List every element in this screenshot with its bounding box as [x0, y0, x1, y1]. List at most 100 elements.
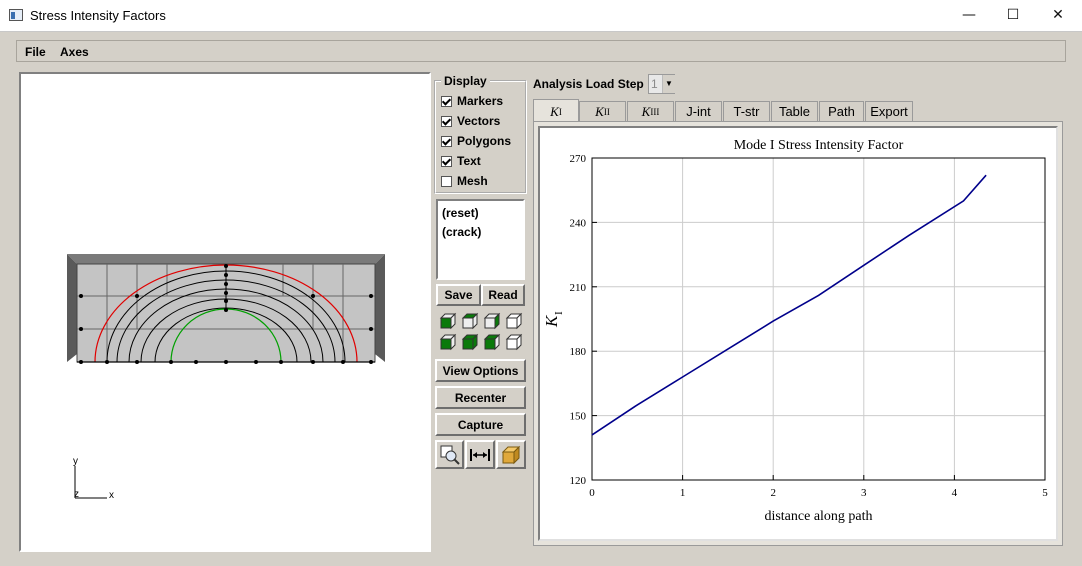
- checkbox-box[interactable]: [441, 175, 452, 187]
- checkbox-box[interactable]: [441, 115, 452, 127]
- tab-jint[interactable]: J-int: [675, 101, 722, 121]
- window-title: Stress Intensity Factors: [30, 8, 166, 23]
- tab-label: Path: [828, 104, 855, 119]
- save-button[interactable]: Save: [436, 284, 481, 306]
- read-button[interactable]: Read: [481, 284, 525, 306]
- menu-file[interactable]: File: [25, 45, 46, 59]
- tab-label-subscript: I: [558, 106, 562, 117]
- shaded-cube-button[interactable]: [496, 440, 526, 469]
- tab-export[interactable]: Export: [865, 101, 913, 121]
- load-step-label: Analysis Load Step: [533, 77, 644, 91]
- tab-label: K: [550, 103, 559, 119]
- back-view-icon: [461, 333, 479, 351]
- views-list[interactable]: (reset) (crack): [436, 199, 525, 280]
- tab-label: K: [595, 103, 604, 119]
- frame-top-face: [67, 254, 385, 264]
- model-view: y z x: [67, 254, 385, 501]
- x-tick-label: 1: [680, 487, 686, 499]
- checkbox-box[interactable]: [441, 95, 452, 107]
- y-axis-label: K: [542, 314, 561, 328]
- checkbox-label: Polygons: [457, 134, 512, 148]
- tab-label-subscript: II: [603, 106, 610, 117]
- checkbox-markers[interactable]: Markers: [441, 92, 503, 110]
- wireframe-view-icon: [505, 312, 523, 330]
- iso-view-button[interactable]: [438, 311, 458, 331]
- list-item[interactable]: (crack): [442, 223, 519, 242]
- tab-label: K: [641, 103, 651, 119]
- model-viewport[interactable]: y z x: [19, 72, 431, 552]
- app-icon: [9, 9, 23, 21]
- menu-axes[interactable]: Axes: [60, 45, 89, 59]
- list-item[interactable]: (reset): [442, 204, 519, 223]
- x-axis-label: distance along path: [764, 509, 872, 524]
- checkbox-polygons[interactable]: Polygons: [441, 132, 511, 150]
- axis-x-label: x: [109, 490, 114, 501]
- checkbox-box[interactable]: [441, 135, 452, 147]
- tab-label: Export: [870, 104, 908, 119]
- fit-width-button[interactable]: [465, 440, 495, 469]
- front-view-icon: [461, 312, 479, 330]
- y-tick-label: 120: [570, 475, 587, 487]
- chart-title: Mode I Stress Intensity Factor: [734, 138, 904, 153]
- shaded-cube-icon: [501, 445, 521, 464]
- bottom-view-icon: [439, 333, 457, 351]
- frame-left-face: [67, 254, 77, 362]
- recenter-button[interactable]: Recenter: [435, 386, 526, 409]
- x-tick-label: 5: [1042, 487, 1048, 499]
- title-bar: Stress Intensity Factors — ☐ ✕: [0, 0, 1082, 32]
- checkbox-box[interactable]: [441, 155, 452, 167]
- load-step-select[interactable]: 1 ▼: [648, 74, 675, 94]
- tab-label: Table: [778, 104, 811, 119]
- iso-view-icon: [439, 312, 457, 330]
- minimize-button[interactable]: —: [946, 0, 992, 31]
- side-view-icon: [483, 312, 501, 330]
- maximize-button[interactable]: ☐: [990, 0, 1036, 31]
- hidden-view-button[interactable]: [504, 332, 524, 352]
- front-view-button[interactable]: [460, 311, 480, 331]
- tab-tstr[interactable]: T-str: [723, 101, 770, 121]
- x-tick-label: 0: [589, 487, 595, 499]
- top-view-button[interactable]: [482, 332, 502, 352]
- capture-button[interactable]: Capture: [435, 413, 526, 436]
- y-tick-label: 180: [570, 346, 587, 358]
- tab-kii[interactable]: K II: [579, 101, 626, 121]
- tab-kiii[interactable]: K III: [627, 101, 674, 121]
- x-tick-label: 4: [952, 487, 958, 499]
- checkbox-vectors[interactable]: Vectors: [441, 112, 500, 130]
- ki-chart: 0 1 2 3 4 5 120 150 180 210 240 270 Mode I Stress In…: [542, 138, 1048, 524]
- axis-z-label: z: [74, 489, 79, 500]
- checkbox-label: Mesh: [457, 174, 488, 188]
- chart-area: 0 1 2 3 4 5 120 150 180 210 240 270 Mode I Stress In…: [538, 126, 1058, 541]
- back-view-button[interactable]: [460, 332, 480, 352]
- display-group-title: Display: [441, 74, 490, 88]
- menu-bar: File Axes: [16, 40, 1066, 62]
- frame-right-face: [375, 254, 385, 362]
- wireframe-view-button[interactable]: [504, 311, 524, 331]
- axis-y-label: y: [73, 456, 78, 467]
- y-tick-label: 150: [570, 411, 587, 423]
- top-view-icon: [483, 333, 501, 351]
- checkbox-mesh[interactable]: Mesh: [441, 172, 488, 190]
- y-tick-label: 210: [570, 282, 587, 294]
- tab-ki[interactable]: KI: [533, 99, 579, 123]
- x-tick-label: 2: [770, 487, 776, 499]
- bottom-view-button[interactable]: [438, 332, 458, 352]
- x-tick-label: 3: [861, 487, 867, 499]
- y-tick-label: 240: [570, 217, 587, 229]
- tab-label: J-int: [686, 104, 711, 119]
- y-axis-label-subscript: I: [553, 311, 565, 315]
- y-axis-label-group: KI: [542, 311, 565, 328]
- tab-path[interactable]: Path: [819, 101, 864, 121]
- axis-triad: [74, 466, 107, 499]
- hidden-view-icon: [505, 333, 523, 351]
- fit-width-icon: [470, 448, 490, 461]
- close-button[interactable]: ✕: [1035, 0, 1081, 31]
- tab-table[interactable]: Table: [771, 101, 818, 121]
- tab-label-subscript: III: [650, 106, 660, 117]
- checkbox-label: Text: [457, 154, 481, 168]
- checkbox-text[interactable]: Text: [441, 152, 481, 170]
- view-options-button[interactable]: View Options: [435, 359, 526, 382]
- side-view-button[interactable]: [482, 311, 502, 331]
- zoom-button[interactable]: [435, 440, 464, 469]
- load-step-value: 1: [651, 77, 658, 91]
